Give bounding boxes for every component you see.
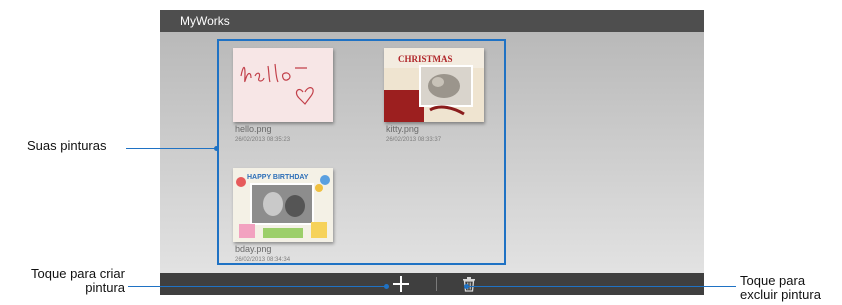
bottom-action-bar <box>160 273 704 295</box>
callout-line-create <box>128 286 386 287</box>
callout-delete: Toque para excluir pintura <box>740 274 821 302</box>
delete-painting-button[interactable] <box>460 275 478 293</box>
plus-icon <box>393 276 409 292</box>
trash-icon <box>463 277 475 292</box>
callout-create: Toque para criar pintura <box>8 267 125 295</box>
callout-create-line2: pintura <box>85 280 125 295</box>
callout-delete-line2: excluir pintura <box>740 287 821 302</box>
callout-line-paintings <box>126 148 216 149</box>
callout-dot-create <box>384 284 389 289</box>
app-title: MyWorks <box>180 14 230 28</box>
callout-create-line1: Toque para criar <box>31 266 125 281</box>
callout-line-delete <box>466 286 736 287</box>
callout-delete-line1: Toque para <box>740 273 806 288</box>
callout-dot-delete <box>464 284 469 289</box>
paintings-highlight-frame <box>217 39 506 265</box>
callout-paintings: Suas pinturas <box>27 138 107 153</box>
myworks-screen: MyWorks hello.png 26/02/2013 08:35:23 CH… <box>160 10 704 295</box>
add-painting-button[interactable] <box>392 275 410 293</box>
toolbar-divider <box>436 277 437 291</box>
callout-dot-paintings <box>214 146 219 151</box>
title-bar: MyWorks <box>160 10 704 32</box>
